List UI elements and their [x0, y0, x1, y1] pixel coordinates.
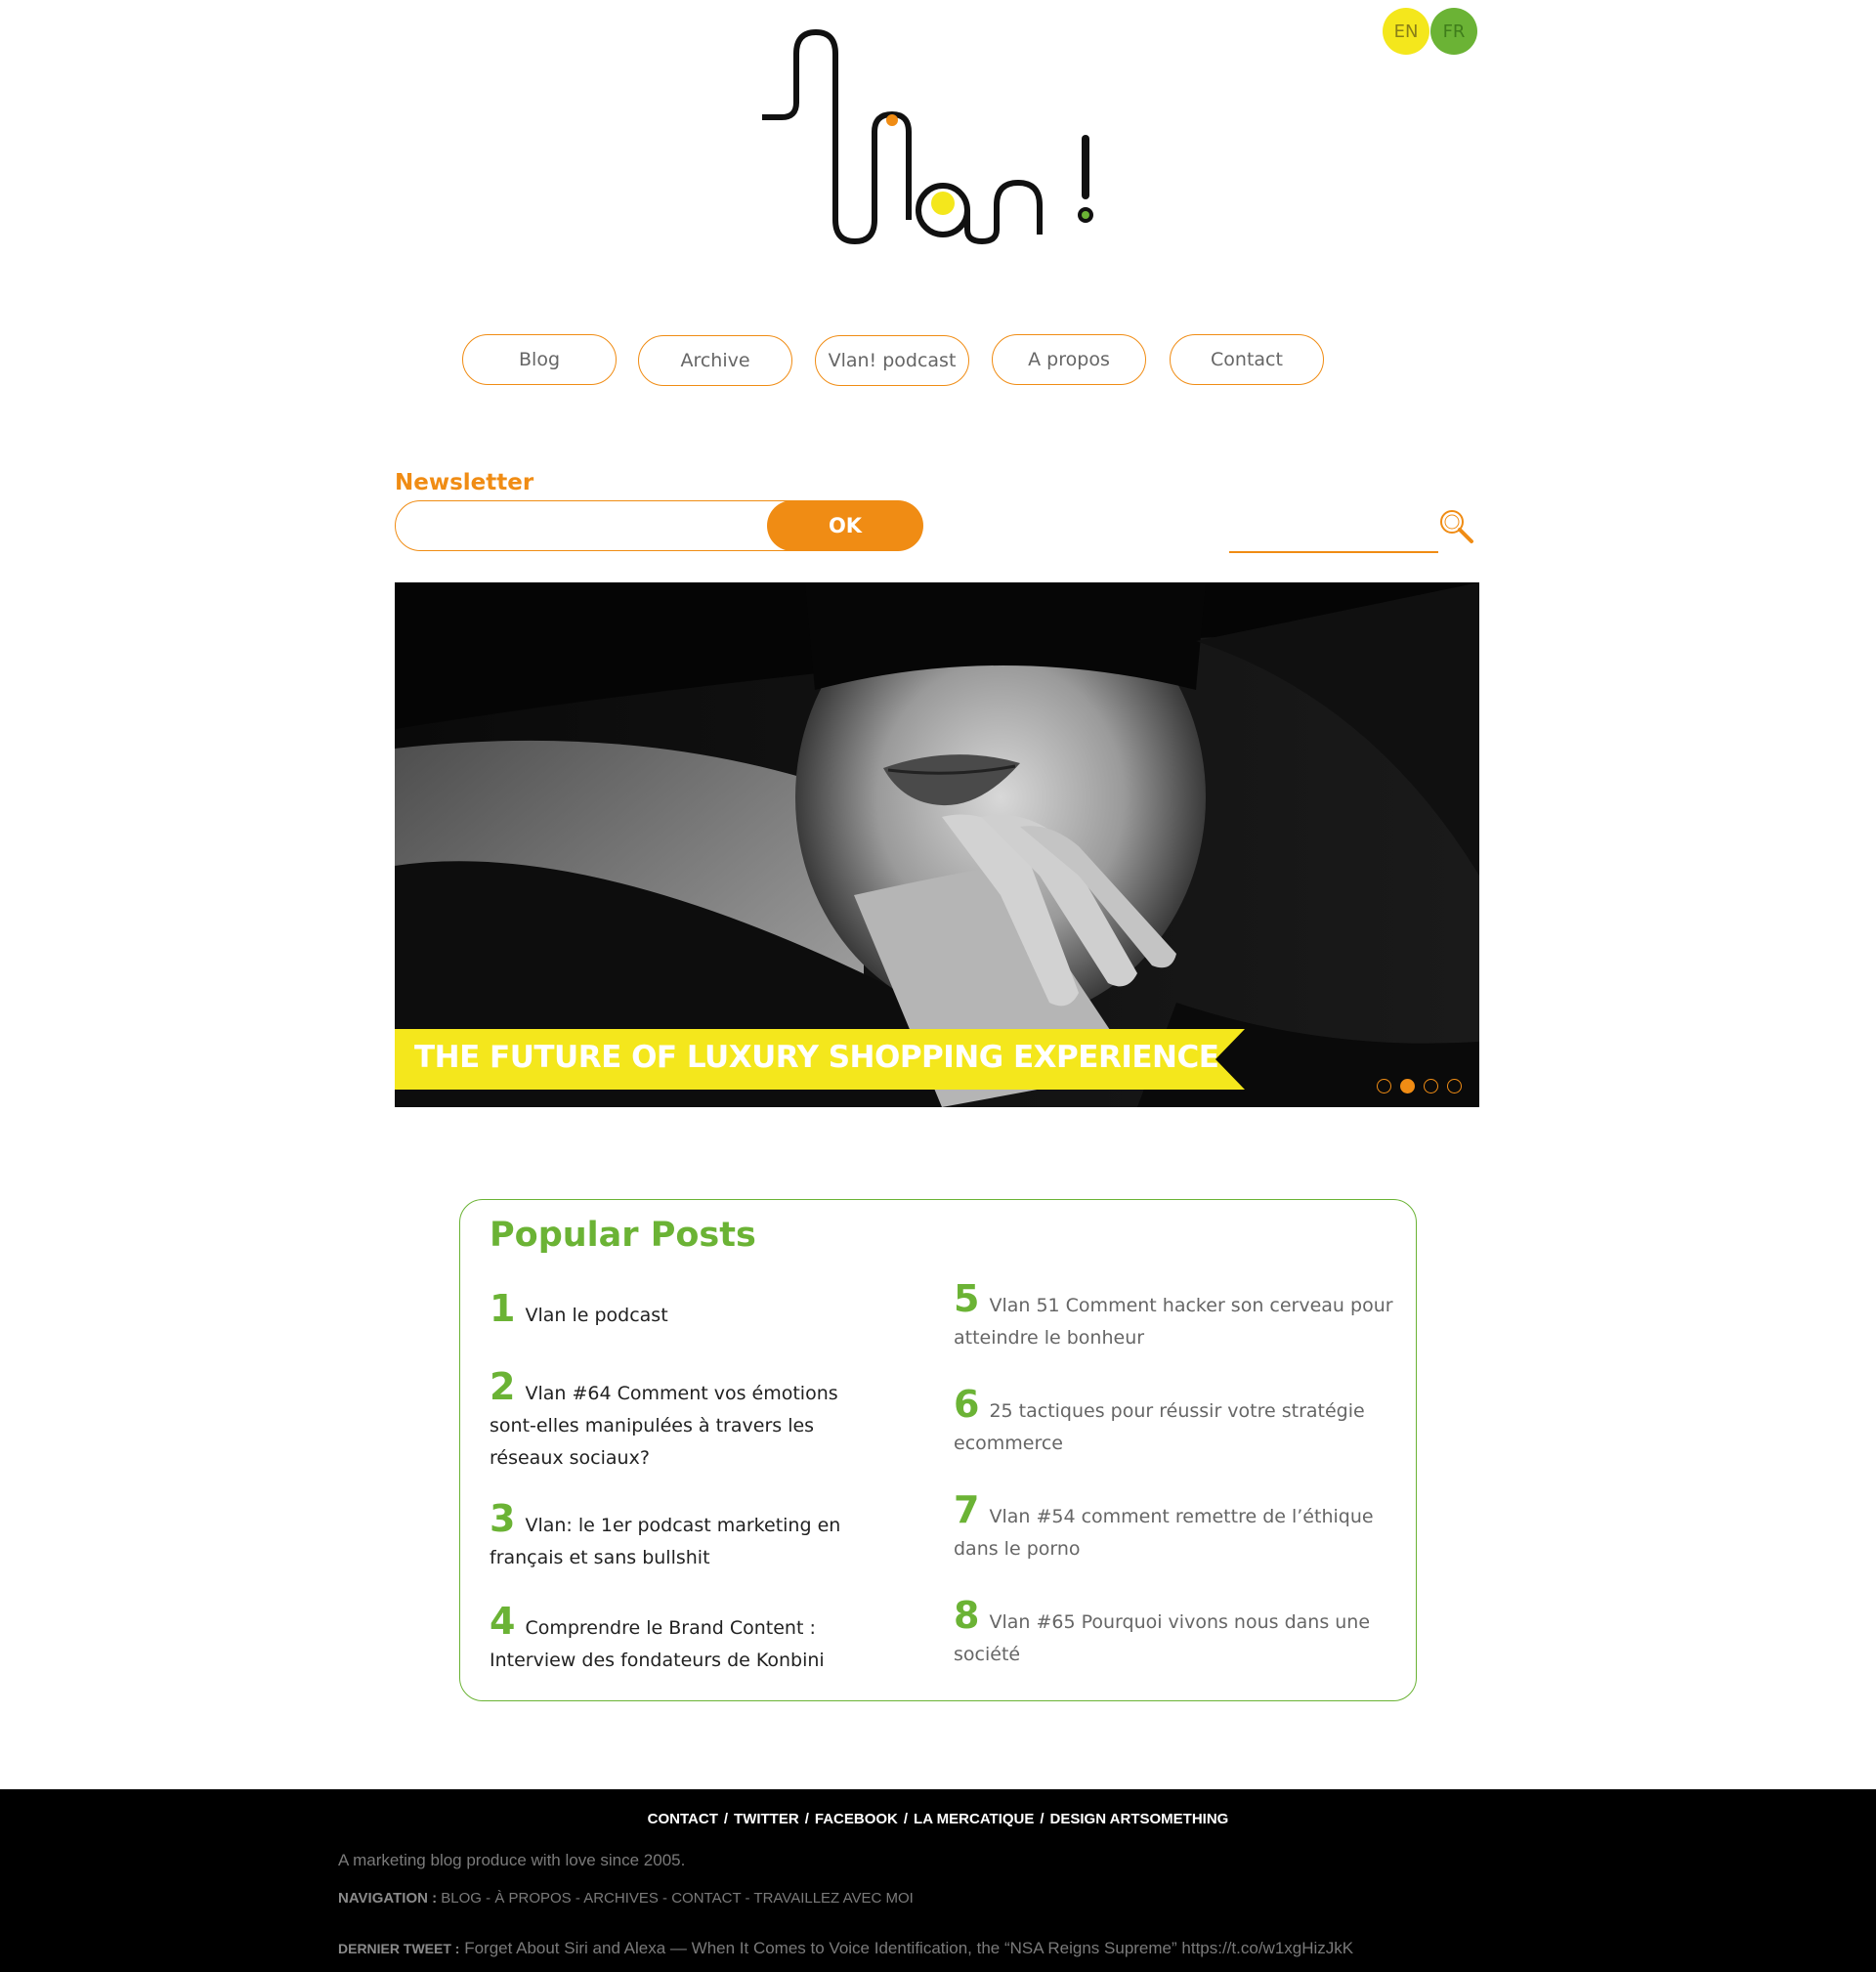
- popular-post-7[interactable]: 7 Vlan #54 comment remettre de l’éthique …: [954, 1491, 1403, 1565]
- popular-post-6[interactable]: 6 25 tactiques pour réussir votre stratég…: [954, 1386, 1393, 1460]
- footer-nav-apropos[interactable]: À PROPOS: [494, 1890, 571, 1907]
- lang-fr-button[interactable]: FR: [1430, 8, 1477, 55]
- footer-nav-travaillez[interactable]: TRAVAILLEZ AVEC MOI: [753, 1890, 913, 1907]
- footer-nav-separator: -: [662, 1890, 668, 1907]
- nav-apropos[interactable]: A propos: [992, 334, 1146, 385]
- nav-contact[interactable]: Contact: [1170, 334, 1324, 385]
- search-icon[interactable]: [1434, 504, 1477, 547]
- nav-podcast[interactable]: Vlan! podcast: [815, 335, 969, 386]
- post-number: 2: [490, 1365, 516, 1408]
- footer-separator: /: [723, 1811, 729, 1827]
- post-number: 8: [954, 1594, 980, 1637]
- footer-latest-tweet: DERNIER TWEET : Forget About Siri and Al…: [338, 1939, 1353, 1958]
- footer-link-mercatique[interactable]: LA MERCATIQUE: [914, 1811, 1034, 1827]
- slider-dot-2[interactable]: [1400, 1079, 1415, 1093]
- slider-dot-3[interactable]: [1424, 1079, 1438, 1093]
- vlan-logo[interactable]: [762, 24, 1114, 249]
- post-title: Vlan 51 Comment hacker son cerveau pour …: [954, 1295, 1393, 1349]
- footer-link-contact[interactable]: CONTACT: [648, 1811, 718, 1827]
- slider-dot-1[interactable]: [1377, 1079, 1391, 1093]
- main-nav: Blog Archive Vlan! podcast A propos Cont…: [0, 334, 1876, 387]
- popular-posts-box: Popular Posts 1 Vlan le podcast 2 Vlan #64…: [459, 1199, 1417, 1701]
- newsletter-ok-button[interactable]: OK: [767, 500, 923, 551]
- post-number: 4: [490, 1600, 516, 1643]
- post-title: Vlan: le 1er podcast marketing en frança…: [490, 1515, 841, 1568]
- footer: CONTACT / TWITTER / FACEBOOK / LA MERCATIQUE / D…: [0, 1789, 1876, 1972]
- post-number: 3: [490, 1497, 516, 1540]
- slider-dots: [1377, 1079, 1462, 1093]
- nav-archive[interactable]: Archive: [638, 335, 792, 386]
- popular-post-2[interactable]: 2 Vlan #64 Comment vos émotions sont-elle…: [490, 1368, 880, 1475]
- post-title: Vlan #65 Pourquoi vivons nous dans une s…: [954, 1611, 1371, 1665]
- tweet-text[interactable]: Forget About Siri and Alexa — When It Co…: [464, 1939, 1353, 1957]
- nav-blog[interactable]: Blog: [462, 334, 617, 385]
- hero-slider[interactable]: THE FUTURE OF LUXURY SHOPPING EXPERIENCE: [395, 582, 1479, 1107]
- footer-nav-separator: -: [745, 1890, 750, 1907]
- popular-post-1[interactable]: 1 Vlan le podcast: [490, 1290, 934, 1332]
- popular-post-3[interactable]: 3 Vlan: le 1er podcast marketing en franç…: [490, 1500, 880, 1574]
- slider-dot-4[interactable]: [1447, 1079, 1462, 1093]
- footer-link-design[interactable]: DESIGN ARTSOMETHING: [1050, 1811, 1229, 1827]
- post-number: 6: [954, 1383, 980, 1426]
- footer-nav-separator: -: [575, 1890, 580, 1907]
- post-title: Comprendre le Brand Content : Interview …: [490, 1617, 825, 1671]
- post-number: 5: [954, 1277, 980, 1320]
- footer-separator: /: [1040, 1811, 1045, 1827]
- footer-separator: /: [903, 1811, 909, 1827]
- post-title: Vlan le podcast: [525, 1305, 668, 1326]
- footer-link-twitter[interactable]: TWITTER: [734, 1811, 799, 1827]
- footer-link-facebook[interactable]: FACEBOOK: [815, 1811, 898, 1827]
- footer-tagline: A marketing blog produce with love since…: [338, 1851, 686, 1869]
- post-number: 7: [954, 1488, 980, 1531]
- tweet-label: DERNIER TWEET :: [338, 1941, 460, 1956]
- popular-post-4[interactable]: 4 Comprendre le Brand Content : Interview…: [490, 1603, 880, 1677]
- popular-posts-title: Popular Posts: [490, 1216, 756, 1255]
- footer-separator: /: [804, 1811, 809, 1827]
- footer-nav-label: NAVIGATION :: [338, 1890, 438, 1907]
- footer-nav-archives[interactable]: ARCHIVES: [583, 1890, 659, 1907]
- search-input[interactable]: [1229, 504, 1438, 553]
- newsletter-label: Newsletter: [395, 470, 534, 495]
- lang-en-button[interactable]: EN: [1383, 8, 1429, 55]
- popular-post-8[interactable]: 8 Vlan #65 Pourquoi vivons nous dans une …: [954, 1597, 1413, 1671]
- popular-post-5[interactable]: 5 Vlan 51 Comment hacker son cerveau pour…: [954, 1280, 1393, 1354]
- footer-links: CONTACT / TWITTER / FACEBOOK / LA MERCATIQUE / D…: [0, 1811, 1876, 1827]
- footer-nav-separator: -: [486, 1890, 491, 1907]
- post-title: Vlan #64 Comment vos émotions sont-elles…: [490, 1383, 838, 1469]
- footer-navigation: NAVIGATION : BLOG - À PROPOS - ARCHIVES …: [338, 1890, 914, 1907]
- post-number: 1: [490, 1287, 516, 1330]
- hero-title[interactable]: THE FUTURE OF LUXURY SHOPPING EXPERIENCE: [414, 1040, 1219, 1075]
- footer-nav-blog[interactable]: BLOG: [441, 1890, 482, 1907]
- post-title: 25 tactiques pour réussir votre stratégi…: [954, 1400, 1365, 1454]
- footer-nav-contact[interactable]: CONTACT: [671, 1890, 741, 1907]
- post-title: Vlan #54 comment remettre de l’éthique d…: [954, 1506, 1374, 1560]
